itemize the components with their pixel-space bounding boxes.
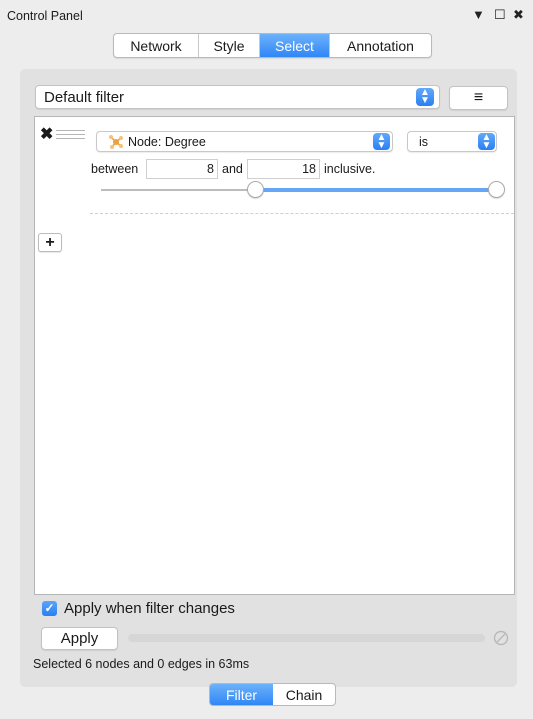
range-slider-high-handle[interactable] bbox=[488, 181, 505, 198]
operator-select-value: is bbox=[419, 135, 429, 149]
operator-select[interactable]: is ▲ ▼ bbox=[407, 131, 497, 152]
close-panel-icon[interactable]: ✖ bbox=[513, 7, 524, 23]
panel-title: Control Panel bbox=[7, 9, 83, 23]
inclusive-label: inclusive. bbox=[324, 162, 376, 176]
filter-options-button[interactable]: ≡ bbox=[449, 86, 508, 110]
tab-network[interactable]: Network bbox=[114, 34, 199, 57]
tab-filter[interactable]: Filter bbox=[210, 684, 273, 705]
apply-when-changes-label: Apply when filter changes bbox=[64, 600, 235, 617]
condition-divider bbox=[90, 213, 514, 214]
add-condition-button[interactable]: + bbox=[38, 233, 62, 252]
node-degree-icon bbox=[109, 135, 123, 149]
float-panel-icon[interactable]: ☐ bbox=[494, 7, 506, 23]
control-panel-tabs: Network Style Select Annotation bbox=[113, 33, 432, 58]
hamburger-icon: ≡ bbox=[473, 89, 484, 106]
cancel-icon[interactable] bbox=[493, 630, 509, 646]
select-arrows-icon: ▲ ▼ bbox=[416, 88, 434, 106]
min-value-field[interactable]: 8 bbox=[146, 159, 218, 179]
select-arrows-icon: ▲ ▼ bbox=[478, 132, 495, 150]
between-label: between bbox=[91, 162, 139, 176]
apply-progress-bar bbox=[128, 634, 485, 642]
tab-chain[interactable]: Chain bbox=[273, 684, 335, 705]
delete-condition-icon[interactable]: ✖ bbox=[40, 127, 53, 143]
panel-menu-icon[interactable]: ▼ bbox=[472, 7, 485, 23]
apply-when-changes-checkbox[interactable]: ✓ bbox=[42, 601, 57, 616]
range-slider-track[interactable] bbox=[101, 189, 258, 191]
column-select-value: Node: Degree bbox=[128, 135, 206, 149]
select-arrows-icon: ▲ ▼ bbox=[373, 132, 390, 150]
tab-annotation[interactable]: Annotation bbox=[330, 34, 431, 57]
max-value-field[interactable]: 18 bbox=[247, 159, 320, 179]
tab-select[interactable]: Select bbox=[260, 34, 330, 57]
drag-handle-icon[interactable] bbox=[56, 130, 85, 142]
and-label: and bbox=[222, 162, 243, 176]
tab-style[interactable]: Style bbox=[199, 34, 260, 57]
status-text: Selected 6 nodes and 0 edges in 63ms bbox=[33, 657, 250, 671]
filter-mode-tabs: Filter Chain bbox=[209, 683, 336, 706]
range-slider-low-handle[interactable] bbox=[247, 181, 265, 198]
filter-select-value: Default filter bbox=[44, 89, 125, 106]
filter-select[interactable]: Default filter ▲ ▼ bbox=[35, 85, 440, 109]
column-select[interactable]: Node: Degree ▲ ▼ bbox=[96, 131, 393, 152]
apply-button[interactable]: Apply bbox=[41, 627, 118, 650]
range-slider-selection bbox=[255, 188, 496, 192]
